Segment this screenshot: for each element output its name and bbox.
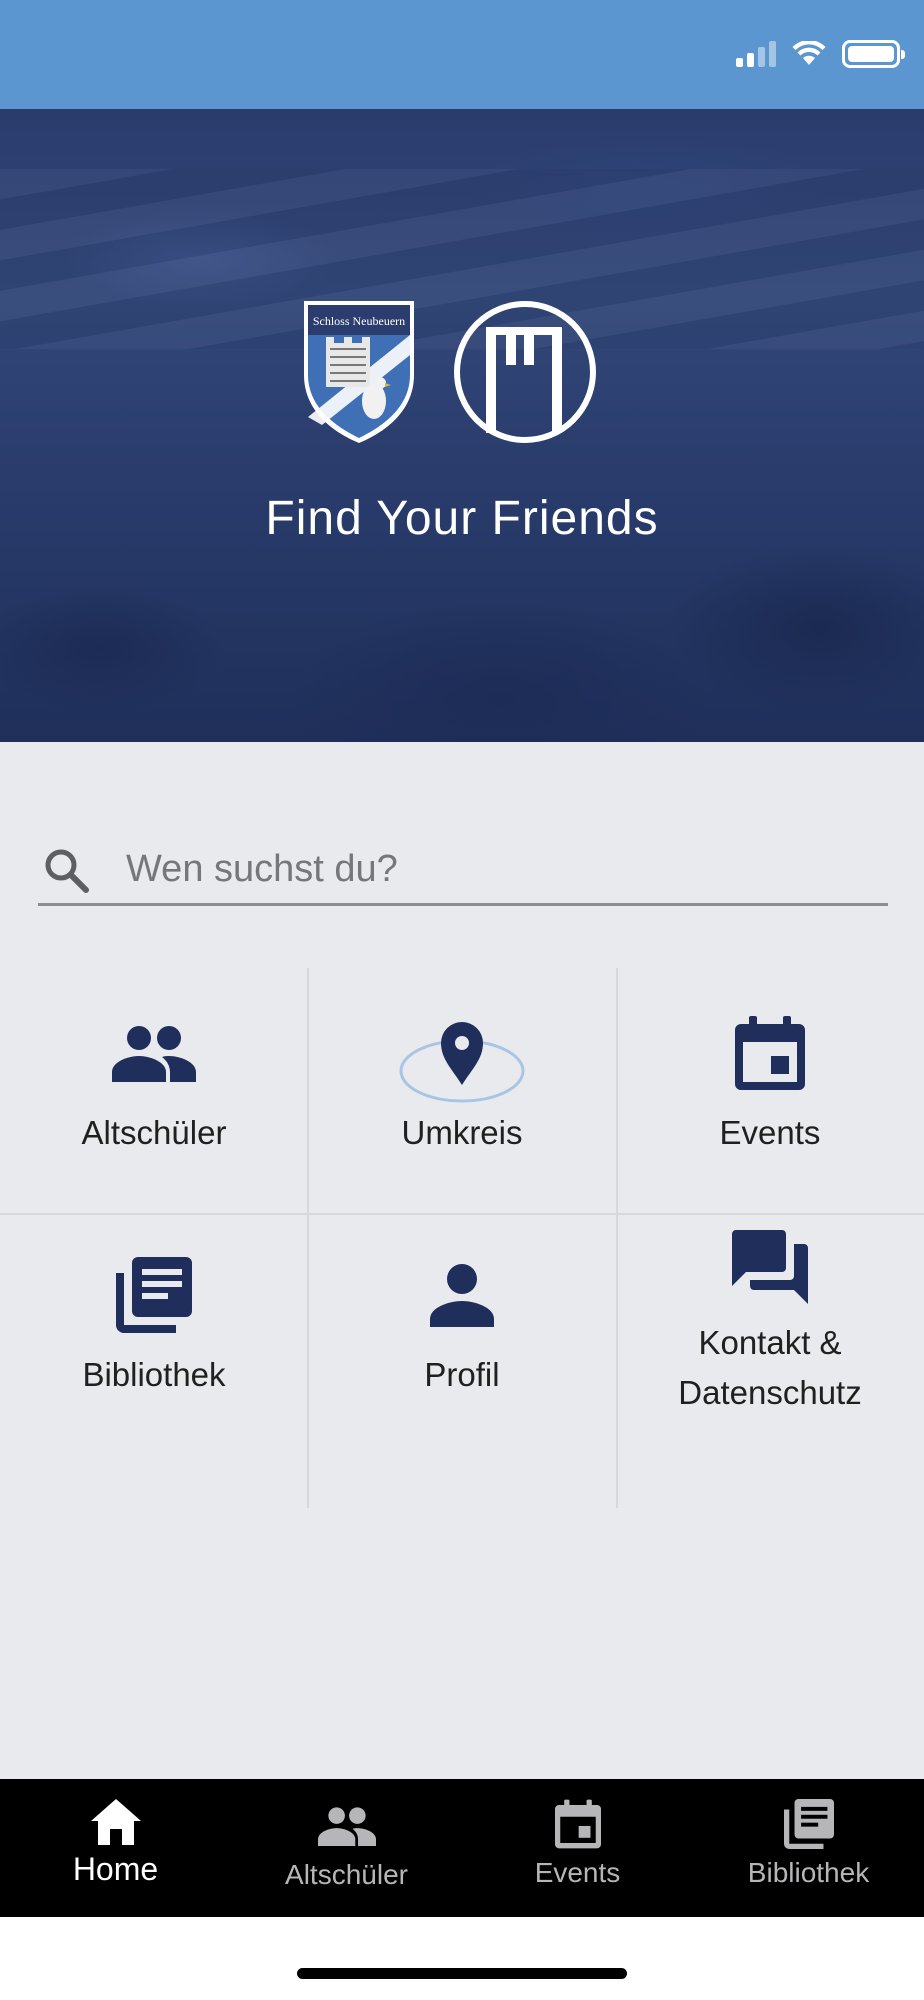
location-radius-icon	[397, 1008, 527, 1103]
logos: Schloss Neubeuern	[300, 297, 598, 447]
tile-label: Profil	[424, 1356, 500, 1393]
tile-label: Umkreis	[401, 1114, 523, 1151]
alumni-circle-logo	[454, 301, 596, 443]
tile-altschueler[interactable]: Altschüler	[0, 1008, 308, 1158]
tile-bibliothek[interactable]: Bibliothek	[0, 1250, 308, 1400]
search-icon[interactable]	[42, 846, 90, 894]
calendar-icon	[554, 1799, 601, 1849]
hero-banner: Schloss Neubeuern Find Your Friends	[0, 109, 924, 742]
bottom-nav: Home Altschüler Events Bibliothek	[0, 1779, 924, 1917]
tile-label: Altschüler	[81, 1114, 227, 1151]
nav-label: Bibliothek	[747, 1857, 870, 1888]
tile-kontakt-datenschutz[interactable]: Kontakt & Datenschutz	[616, 1230, 924, 1417]
home-indicator-area	[0, 1917, 924, 2000]
svg-text:Schloss Neubeuern: Schloss Neubeuern	[313, 314, 405, 328]
home-indicator[interactable]	[297, 1968, 627, 1979]
tile-label: Events	[719, 1114, 821, 1151]
cellular-signal-icon	[736, 41, 776, 67]
nav-altschueler[interactable]: Altschüler	[231, 1779, 462, 1917]
nav-home[interactable]: Home	[0, 1779, 231, 1917]
status-bar	[0, 0, 924, 109]
calendar-icon	[735, 1008, 805, 1098]
tile-events[interactable]: Events	[616, 1008, 924, 1158]
school-crest-logo: Schloss Neubeuern	[304, 301, 414, 443]
tile-label: Kontakt & Datenschutz	[678, 1318, 861, 1417]
library-icon	[783, 1799, 834, 1849]
nav-bibliothek[interactable]: Bibliothek	[693, 1779, 924, 1917]
tile-label-line: Datenschutz	[678, 1373, 862, 1411]
people-icon	[317, 1807, 376, 1847]
wifi-icon	[792, 41, 826, 65]
grid-divider	[0, 1213, 924, 1215]
battery-icon	[842, 40, 905, 68]
tile-profil[interactable]: Profil	[308, 1250, 616, 1400]
feature-grid: Altschüler Umkreis Events Bibliothek Pro…	[0, 968, 924, 1508]
nav-label: Altschüler	[285, 1859, 408, 1890]
people-icon	[112, 1008, 196, 1098]
chat-icon	[732, 1222, 808, 1312]
search-input[interactable]	[126, 848, 826, 891]
nav-label: Home	[72, 1851, 159, 1887]
hero-title: Find Your Friends	[265, 492, 659, 545]
person-icon	[430, 1250, 494, 1340]
library-icon	[116, 1250, 192, 1340]
nav-events[interactable]: Events	[462, 1779, 693, 1917]
search-bar[interactable]	[38, 836, 888, 906]
tile-label: Bibliothek	[82, 1356, 226, 1393]
home-icon	[90, 1799, 141, 1845]
status-icons	[736, 40, 905, 68]
nav-label: Events	[534, 1857, 621, 1888]
tile-label-line: Kontakt &	[698, 1324, 842, 1361]
tile-umkreis[interactable]: Umkreis	[308, 1008, 616, 1158]
